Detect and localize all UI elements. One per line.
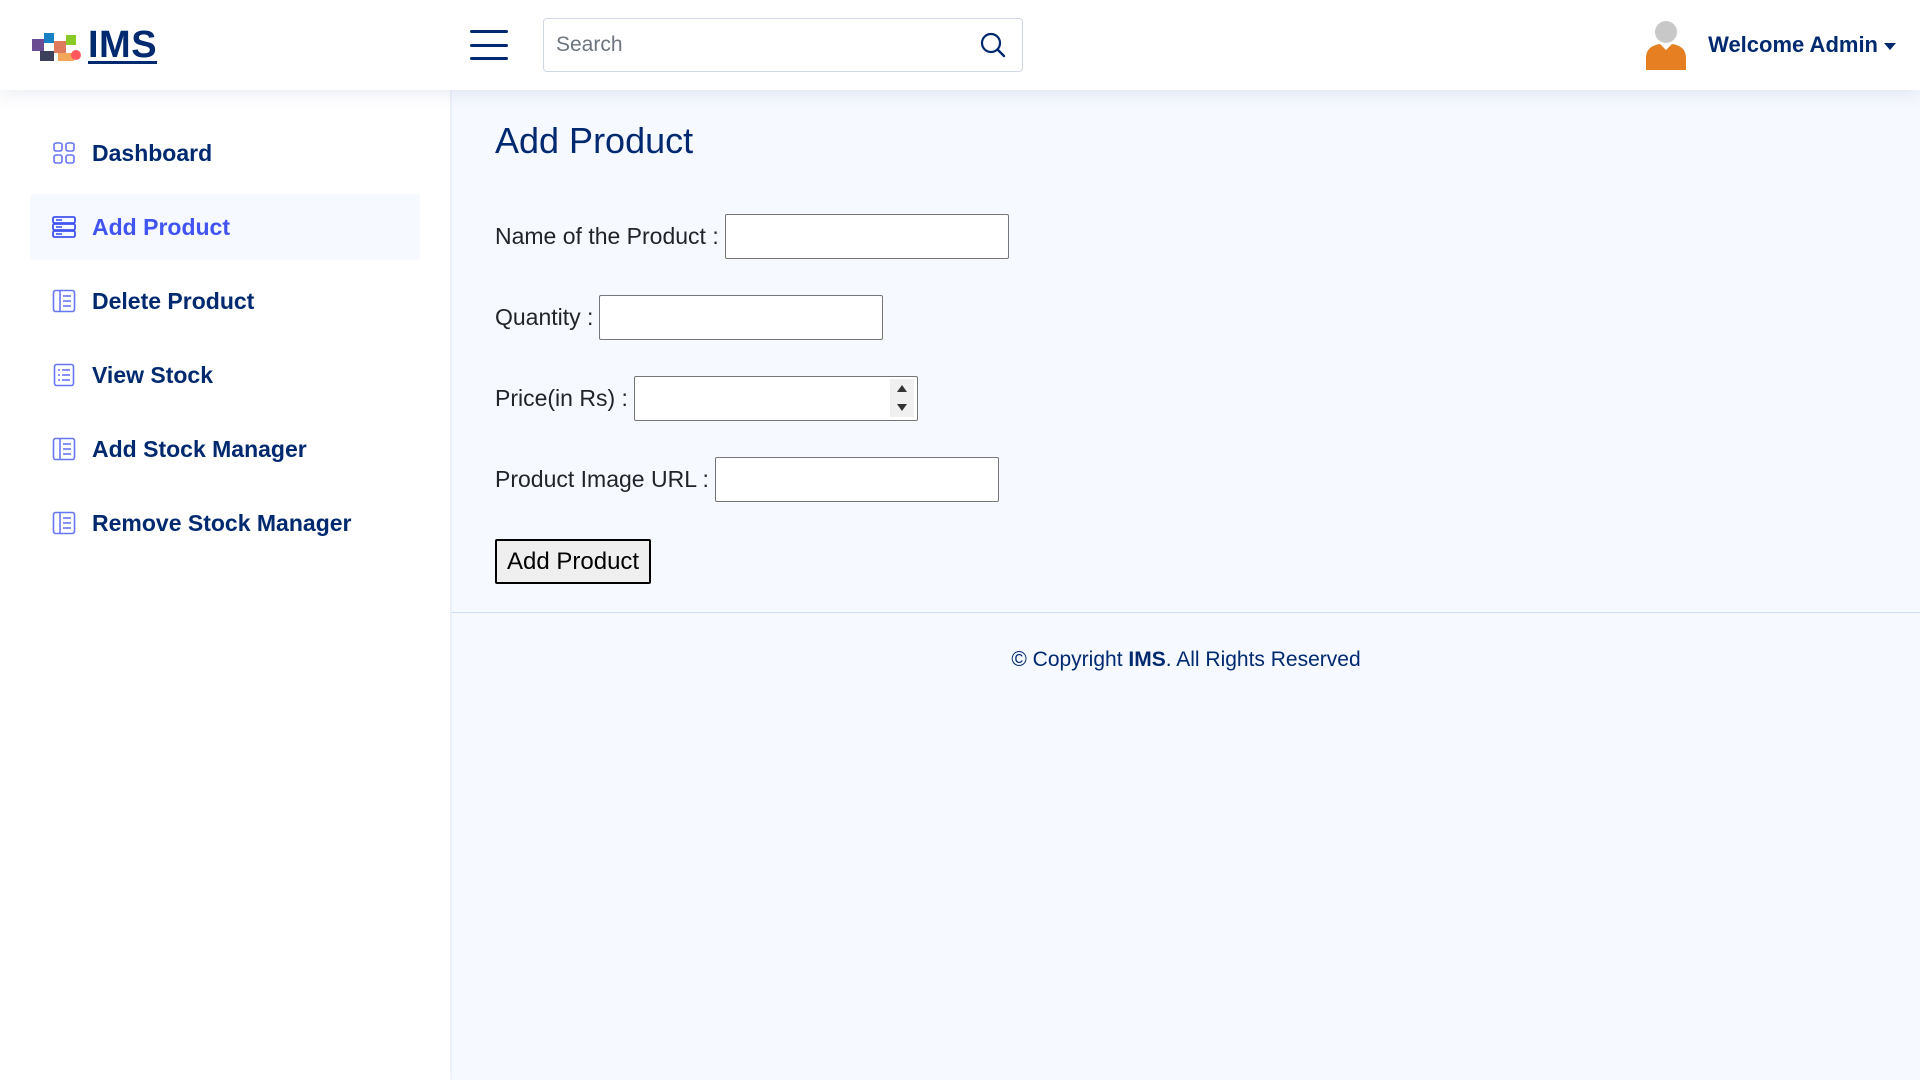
search-input[interactable] <box>544 20 964 70</box>
footer-divider <box>452 612 1920 613</box>
logo-text: IMS <box>88 23 158 66</box>
sidebar-item-label: Add Product <box>92 213 230 240</box>
sidebar-item-label: Add Stock Manager <box>92 435 307 462</box>
price-input[interactable] <box>633 376 918 421</box>
logo-icon <box>32 33 81 61</box>
copyright-brand: IMS <box>1128 648 1166 671</box>
quantity-label: Quantity : <box>495 304 594 330</box>
server-icon <box>52 216 76 238</box>
sidebar-item-delete-product[interactable]: Delete Product <box>30 268 420 334</box>
sidebar-item-label: Dashboard <box>92 139 213 166</box>
sidebar-item-remove-stock-manager[interactable]: Remove Stock Manager <box>30 490 420 556</box>
price-label: Price(in Rs) : <box>495 385 628 411</box>
copyright-suffix: . All Rights Reserved <box>1165 648 1361 671</box>
search-bar <box>543 18 1023 72</box>
stepper-down-icon[interactable] <box>896 404 907 411</box>
product-name-input[interactable] <box>724 214 1009 259</box>
stepper-up-icon[interactable] <box>896 385 907 392</box>
page-title: Add Product <box>495 120 694 161</box>
search-icon <box>980 32 1006 58</box>
sidebar-item-label: View Stock <box>92 361 214 388</box>
top-header: IMS Welcome Admin <box>0 0 1920 90</box>
image-url-input[interactable] <box>714 457 999 502</box>
avatar <box>1646 21 1687 70</box>
form-row-name: Name of the Product : <box>495 214 1009 259</box>
sidebar-item-dashboard[interactable]: Dashboard <box>30 120 420 186</box>
sidebar-item-label: Delete Product <box>92 287 255 314</box>
profile-dropdown[interactable]: Welcome Admin <box>1644 20 1896 70</box>
sidebar-toggle-icon[interactable] <box>470 30 508 60</box>
logo-link[interactable]: IMS <box>30 22 157 68</box>
sidebar-item-label: Remove Stock Manager <box>92 509 352 536</box>
sidebar-item-add-stock-manager[interactable]: Add Stock Manager <box>30 416 420 482</box>
sidebar-item-add-product[interactable]: Add Product <box>30 194 420 260</box>
form-row-price: Price(in Rs) : <box>495 376 918 421</box>
main-content: Add Product Name of the Product : Quanti… <box>452 90 1920 1080</box>
sidebar-item-view-stock[interactable]: View Stock <box>30 342 420 408</box>
layout-text-sidebar-icon <box>52 289 76 313</box>
footer: © Copyright IMS. All Rights Reserved <box>452 648 1920 672</box>
form-row-quantity: Quantity : <box>495 295 884 340</box>
layout-text-sidebar-icon <box>52 437 76 461</box>
chevron-down-icon <box>1884 43 1896 50</box>
welcome-text: Welcome Admin <box>1708 32 1878 57</box>
price-stepper[interactable] <box>889 379 914 417</box>
card-list-icon <box>53 363 75 387</box>
search-button[interactable] <box>978 31 1008 61</box>
add-product-button[interactable]: Add Product <box>495 539 652 584</box>
copyright-prefix: © Copyright <box>1011 648 1129 671</box>
product-name-label: Name of the Product : <box>495 223 719 249</box>
quantity-input[interactable] <box>599 295 884 340</box>
form-row-image-url: Product Image URL : <box>495 457 999 502</box>
image-url-label: Product Image URL : <box>495 466 709 492</box>
price-field <box>633 376 918 421</box>
layout-text-sidebar-icon <box>52 511 76 535</box>
grid-icon <box>53 142 75 164</box>
sidebar: Dashboard Add Product Delete Product Vie… <box>0 90 450 1080</box>
